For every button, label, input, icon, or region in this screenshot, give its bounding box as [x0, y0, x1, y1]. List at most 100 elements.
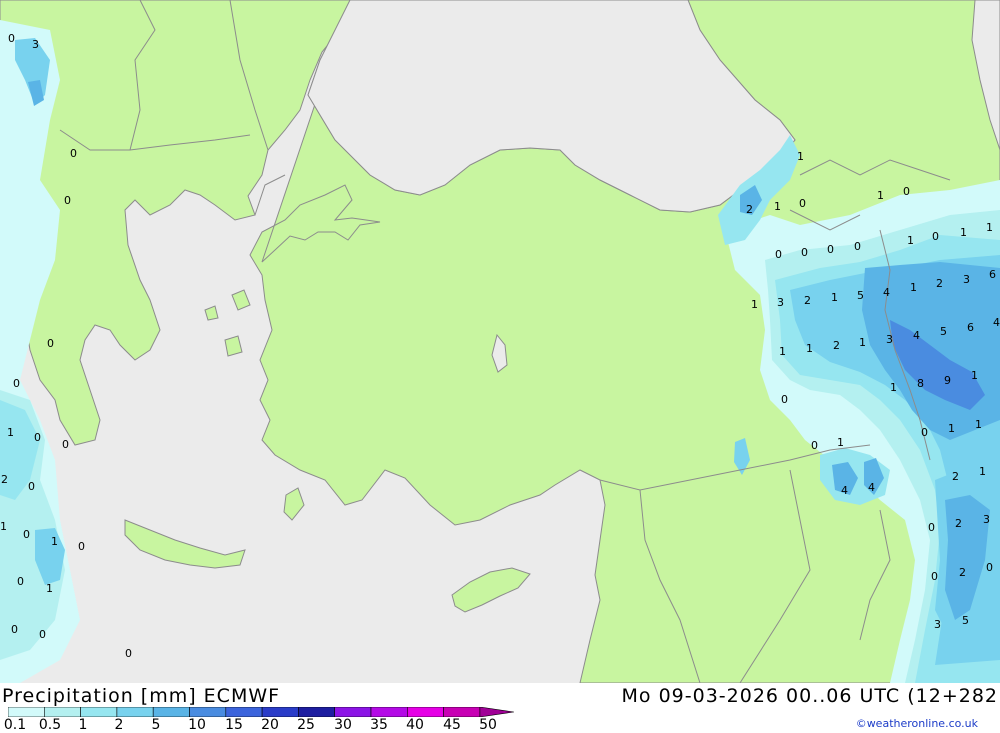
precip-value: 3	[777, 296, 784, 309]
precip-value: 0	[23, 528, 30, 541]
scale-swatch	[225, 707, 263, 717]
precip-value: 1	[890, 381, 897, 394]
precip-value: 0	[13, 377, 20, 390]
credit-link[interactable]: ©weatheronline.co.uk	[856, 717, 978, 730]
precip-value: 0	[34, 431, 41, 444]
precip-value: 2	[1, 473, 8, 486]
precip-value: 1	[975, 418, 982, 431]
precip-value: 6	[989, 268, 996, 281]
scale-tick: 5	[151, 717, 161, 733]
precip-value: 0	[799, 197, 806, 210]
land-crete	[124, 519, 246, 569]
precip-value: 1	[797, 150, 804, 163]
precip-value: 4	[913, 329, 920, 342]
precip-value: 1	[831, 291, 838, 304]
precip-value: 2	[936, 277, 943, 290]
precip-value: 1	[46, 582, 53, 595]
precip-value: 0	[827, 243, 834, 256]
precip-value: 3	[886, 333, 893, 346]
precip-value: 0	[64, 194, 71, 207]
precip-value: 5	[962, 614, 969, 627]
precip-value: 4	[883, 286, 890, 299]
precip-value: 0	[854, 240, 861, 253]
precip-value: 1	[877, 189, 884, 202]
map-canvas: 0 3 0 0 0 0 1 0 0 2 0 1 0 1 0 1 0 0 0 0 …	[0, 0, 1000, 683]
precip-value: 0	[921, 426, 928, 439]
scale-tick: 30	[334, 717, 352, 733]
map-footer: Precipitation [mm] ECMWF Mo 09-03-2026 0…	[0, 683, 1000, 733]
precip-value: 1	[986, 221, 993, 234]
land-island-1	[231, 289, 251, 311]
precip-value: 3	[983, 513, 990, 526]
precip-value: 1	[971, 369, 978, 382]
scale-tick: 25	[297, 717, 315, 733]
precip-value: 0	[931, 570, 938, 583]
precip-value: 0	[11, 623, 18, 636]
precip-value: 2	[955, 517, 962, 530]
precipitation-map: 0 3 0 0 0 0 1 0 0 2 0 1 0 1 0 1 0 0 0 0 …	[0, 0, 1000, 683]
precip-value: 5	[940, 325, 947, 338]
precip-value: 0	[986, 561, 993, 574]
precip-value: 2	[804, 294, 811, 307]
scale-swatch	[43, 707, 81, 717]
precip-value: 0	[17, 575, 24, 588]
precip-value: 1	[910, 281, 917, 294]
scale-tick: 45	[443, 717, 461, 733]
precip-value: 2	[952, 470, 959, 483]
scale-swatch	[189, 707, 227, 717]
precip-value: 2	[833, 339, 840, 352]
map-title: Precipitation [mm] ECMWF	[2, 685, 281, 707]
precip-value: 1	[907, 234, 914, 247]
scale-swatch	[334, 707, 372, 717]
precip-value: 0	[47, 337, 54, 350]
precip-value: 1	[751, 298, 758, 311]
precip-value: 1	[960, 226, 967, 239]
precip-value: 0	[928, 521, 935, 534]
precip-value: 1	[948, 422, 955, 435]
precip-value: 1	[0, 520, 7, 533]
scale-tick: 0.5	[38, 717, 62, 733]
scale-swatch	[116, 707, 154, 717]
precip-value: 0	[62, 438, 69, 451]
land-island-2	[224, 335, 243, 357]
precip-value: 0	[125, 647, 132, 660]
scale-tick: 2	[114, 717, 124, 733]
precip-value: 1	[774, 200, 781, 213]
land-island-3	[283, 487, 305, 521]
scale-swatch	[8, 707, 45, 717]
scale-swatch	[443, 707, 481, 717]
valid-time: Mo 09-03-2026 00..06 UTC (12+282	[621, 685, 998, 707]
scale-tick: 20	[261, 717, 279, 733]
precip-value: 3	[963, 273, 970, 286]
precip-value: 0	[28, 480, 35, 493]
scale-swatch	[261, 707, 299, 717]
precip-value: 1	[806, 342, 813, 355]
precip-value: 0	[903, 185, 910, 198]
precip-value: 1	[859, 336, 866, 349]
precip-value: 0	[775, 248, 782, 261]
precip-value: 1	[979, 465, 986, 478]
scale-tick: 15	[225, 717, 243, 733]
color-scale	[8, 707, 514, 717]
land-island-4	[204, 305, 219, 321]
precip-value: 4	[841, 484, 848, 497]
precip-value: 0	[78, 540, 85, 553]
precip-value: 4	[868, 481, 875, 494]
scale-swatch	[406, 707, 444, 717]
precip-value: 8	[917, 377, 924, 390]
scale-swatch	[298, 707, 335, 717]
scale-tick: 10	[188, 717, 206, 733]
precip-value: 0	[801, 246, 808, 259]
precip-value: 0	[39, 628, 46, 641]
scale-swatch	[80, 707, 118, 717]
precip-value: 0	[781, 393, 788, 406]
precip-value: 1	[7, 426, 14, 439]
scale-tick: 35	[370, 717, 388, 733]
scale-swatch	[370, 707, 408, 717]
precip-value: 5	[857, 289, 864, 302]
precip-value: 0	[932, 230, 939, 243]
precip-value: 1	[837, 436, 844, 449]
scale-ticks: 0.1 0.5 1 2 5 10 15 20 25 30 35 40 45 50	[0, 717, 520, 733]
scale-swatch	[152, 707, 190, 717]
precip-value: 2	[959, 566, 966, 579]
